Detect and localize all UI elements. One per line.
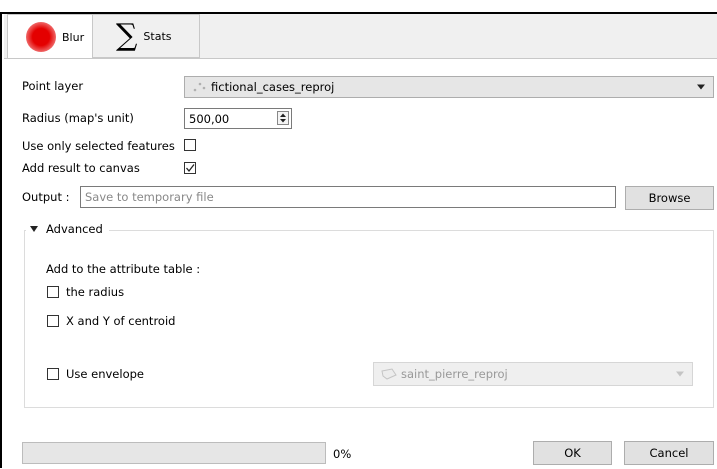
ok-button-label: OK xyxy=(564,446,581,460)
advanced-toggle[interactable]: Advanced xyxy=(26,221,109,237)
point-layer-icon xyxy=(193,82,206,92)
checkmark-icon xyxy=(186,164,195,173)
sigma-icon: ∑ xyxy=(116,18,138,53)
browse-button[interactable]: Browse xyxy=(625,186,714,210)
tab-stats[interactable]: ∑ Stats xyxy=(93,14,200,58)
cancel-button-label: Cancel xyxy=(649,446,689,460)
advanced-title: Advanced xyxy=(46,222,103,236)
tab-blur-label: Blur xyxy=(62,30,85,44)
add-result-label: Add result to canvas xyxy=(22,161,140,175)
radius-option-label: the radius xyxy=(66,285,125,299)
progress-text: 0% xyxy=(333,447,352,461)
point-layer-combo[interactable]: fictional_cases_reproj xyxy=(184,76,714,98)
spin-arrows-icon[interactable] xyxy=(277,111,289,125)
polygon-layer-icon xyxy=(381,368,397,380)
window-left-border xyxy=(0,12,2,468)
chevron-down-icon xyxy=(697,84,705,90)
tab-blur[interactable]: Blur xyxy=(7,14,93,59)
output-placeholder: Save to temporary file xyxy=(85,190,214,204)
cancel-button[interactable]: Cancel xyxy=(624,441,714,465)
envelope-checkbox[interactable] xyxy=(47,368,59,380)
blur-icon xyxy=(26,22,56,52)
triangle-down-icon xyxy=(30,226,38,232)
progress-bar xyxy=(22,442,326,464)
add-to-table-label: Add to the attribute table : xyxy=(46,262,201,276)
envelope-layer-combo[interactable]: saint_pierre_reproj xyxy=(373,362,693,386)
envelope-label: Use envelope xyxy=(66,367,144,381)
output-field[interactable]: Save to temporary file xyxy=(80,186,616,208)
radius-option-checkbox[interactable] xyxy=(47,286,59,298)
chevron-down-icon xyxy=(676,371,684,377)
centroid-option-checkbox[interactable] xyxy=(47,315,59,327)
selected-features-label: Use only selected features xyxy=(22,139,175,153)
radius-value: 500,00 xyxy=(189,111,230,126)
ok-button[interactable]: OK xyxy=(533,441,612,465)
radius-label: Radius (map's unit) xyxy=(22,111,134,125)
point-layer-label: Point layer xyxy=(22,79,84,93)
browse-button-label: Browse xyxy=(648,191,691,205)
tab-stats-label: Stats xyxy=(143,29,172,43)
selected-features-checkbox[interactable] xyxy=(184,139,196,151)
point-layer-value: fictional_cases_reproj xyxy=(211,80,335,94)
centroid-option-label: X and Y of centroid xyxy=(66,314,176,328)
output-label: Output : xyxy=(22,190,70,204)
radius-spinbox[interactable]: 500,00 xyxy=(184,108,292,129)
add-result-checkbox[interactable] xyxy=(184,162,196,174)
envelope-layer-value: saint_pierre_reproj xyxy=(401,367,508,381)
